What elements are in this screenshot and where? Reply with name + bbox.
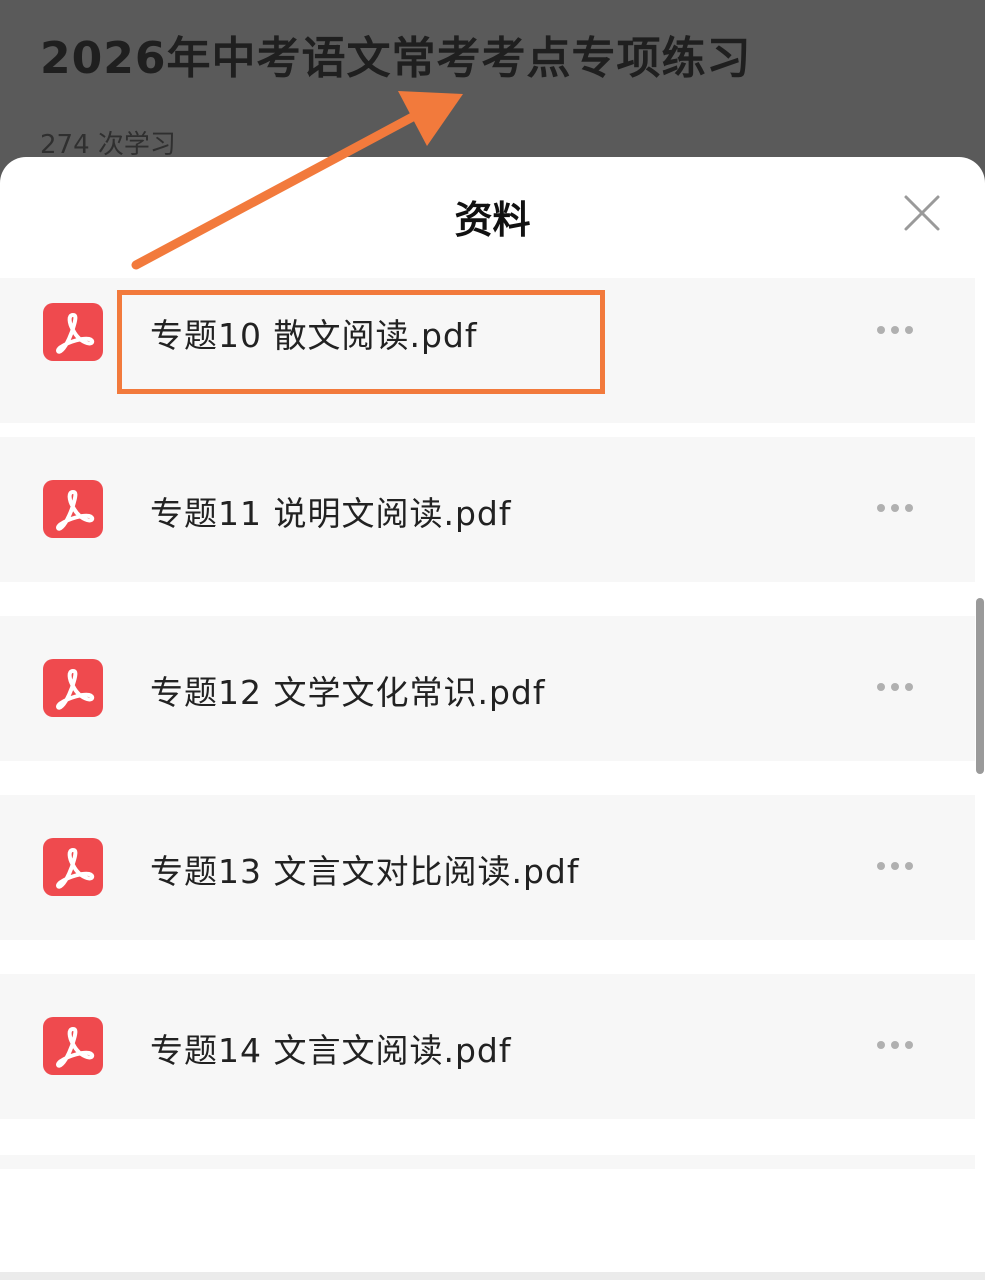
pdf-icon	[43, 480, 103, 538]
pdf-icon	[43, 303, 103, 361]
file-row-14[interactable]: 专题14 文言文阅读.pdf	[0, 974, 975, 1119]
materials-sheet: 资料 专题10 散文阅读.pdf 专题11 说明文阅读.pdf 专题12 文学文…	[0, 157, 985, 1280]
file-row-10[interactable]: 专题10 散文阅读.pdf	[0, 278, 975, 423]
pdf-icon	[43, 659, 103, 717]
file-name: 专题13 文言文对比阅读.pdf	[150, 852, 580, 891]
pdf-icon	[43, 1017, 103, 1075]
file-row-12[interactable]: 专题12 文学文化常识.pdf	[0, 616, 975, 761]
sheet-title: 资料	[454, 198, 531, 242]
study-count: 274 次学习	[40, 130, 176, 160]
file-row-13[interactable]: 专题13 文言文对比阅读.pdf	[0, 795, 975, 940]
file-name: 专题14 文言文阅读.pdf	[150, 1031, 512, 1070]
file-name: 专题12 文学文化常识.pdf	[150, 673, 546, 712]
more-button[interactable]	[872, 1035, 918, 1055]
bottom-edge	[0, 1272, 985, 1280]
more-button[interactable]	[872, 320, 918, 340]
file-row-11[interactable]: 专题11 说明文阅读.pdf	[0, 437, 975, 582]
pdf-icon	[43, 838, 103, 896]
file-row-partial[interactable]	[0, 1155, 975, 1169]
file-name: 专题11 说明文阅读.pdf	[150, 494, 512, 533]
scrollbar-thumb[interactable]	[976, 598, 984, 774]
close-icon	[904, 195, 940, 231]
more-button[interactable]	[872, 856, 918, 876]
close-button[interactable]	[900, 191, 944, 235]
more-button[interactable]	[872, 498, 918, 518]
more-button[interactable]	[872, 677, 918, 697]
file-name: 专题10 散文阅读.pdf	[150, 316, 478, 355]
page: 2026年中考语文常考考点专项练习 274 次学习 资料 专题10 散文阅读.p…	[0, 0, 985, 1280]
course-title: 2026年中考语文常考考点专项练习	[40, 33, 752, 84]
